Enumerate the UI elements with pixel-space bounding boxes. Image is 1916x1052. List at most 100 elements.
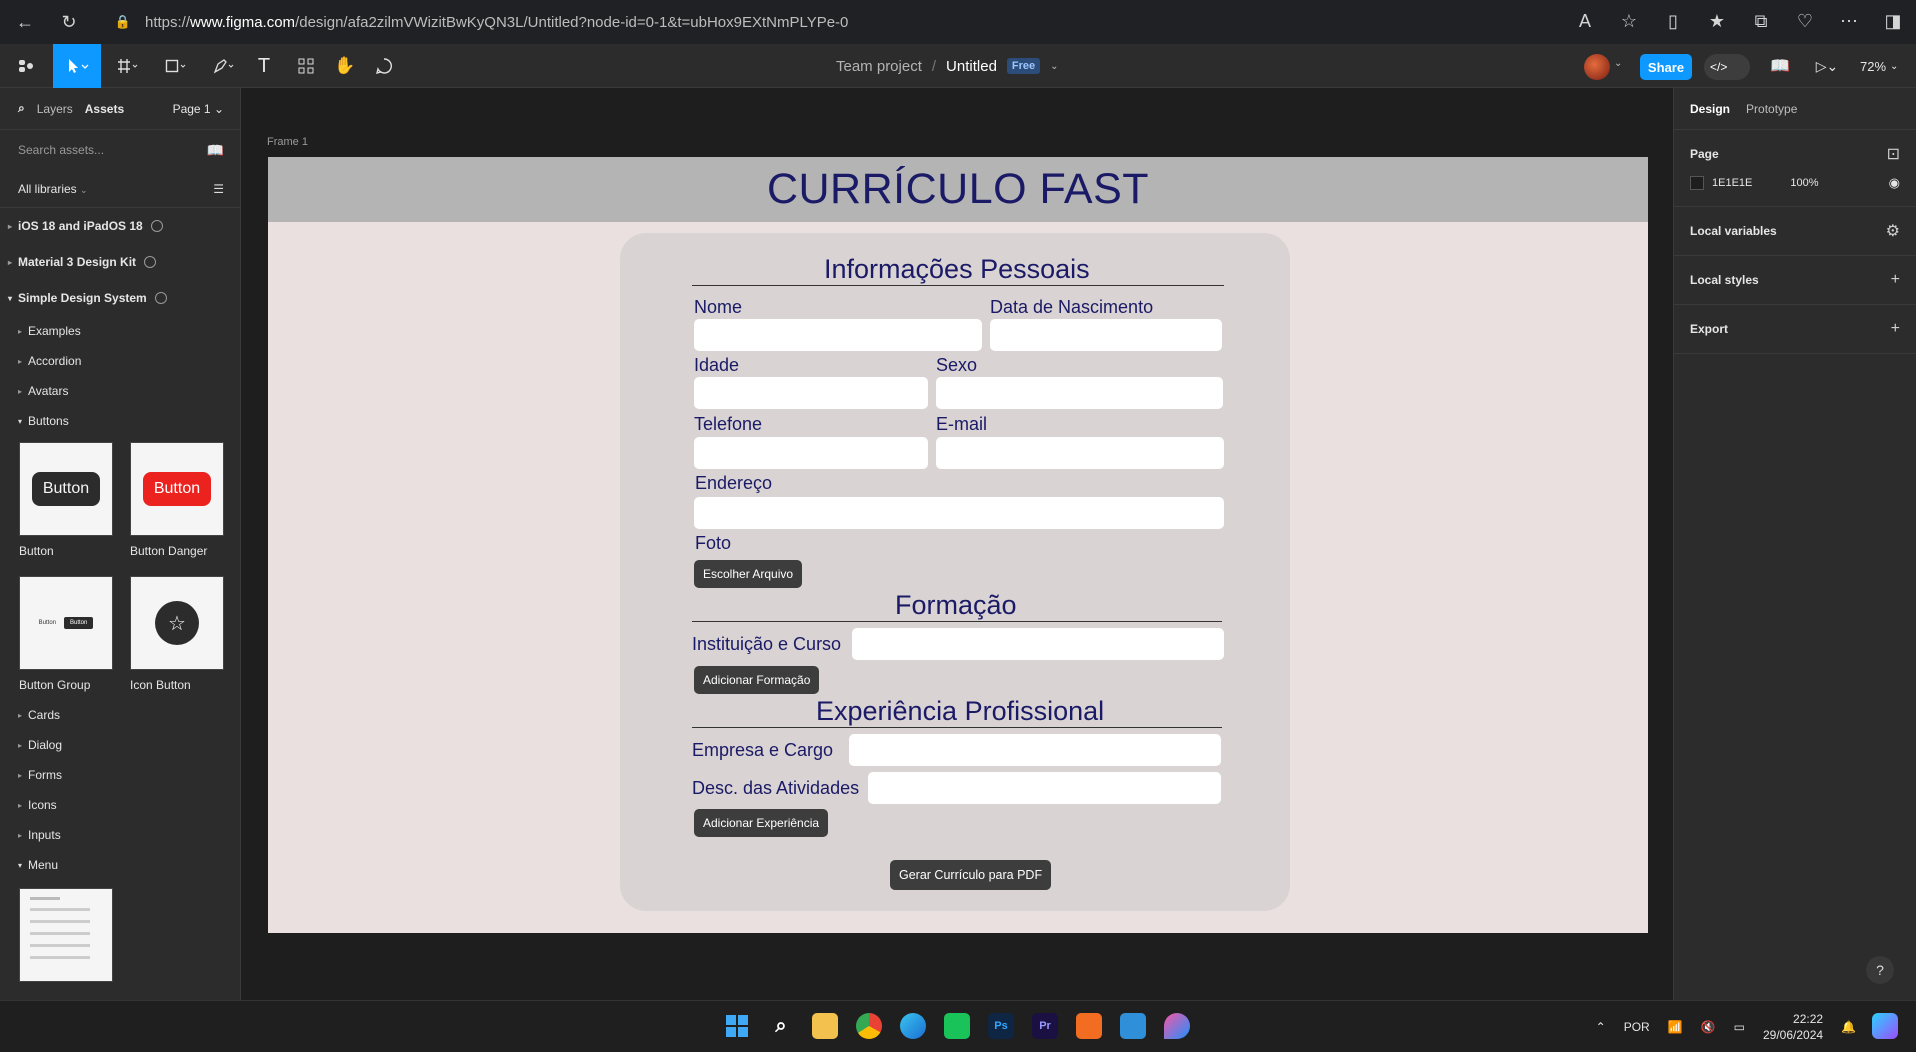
page-opacity-value[interactable]: 100% (1790, 177, 1818, 189)
search-icon[interactable]: ⌕ (768, 1013, 794, 1039)
asset-icon-button[interactable]: ☆ Icon Button (130, 576, 224, 692)
avatar[interactable] (1584, 54, 1610, 80)
choose-file-button[interactable]: Escolher Arquivo (694, 560, 803, 588)
speaker-muted-icon[interactable]: 🔇 (1701, 1020, 1716, 1034)
email-input[interactable] (936, 437, 1224, 469)
add-style-icon[interactable]: + (1891, 271, 1900, 289)
team-name[interactable]: Team project (836, 58, 922, 75)
eye-icon[interactable]: ◉ (1889, 175, 1900, 191)
hand-tool-icon[interactable]: ✋ (334, 44, 355, 88)
company-input[interactable] (849, 734, 1221, 766)
favorite-star-icon[interactable]: ☆ (1618, 10, 1640, 32)
windows-start-icon[interactable] (724, 1013, 750, 1039)
search-icon[interactable]: ⌕ (18, 101, 25, 116)
back-arrow-icon[interactable]: ← (14, 11, 36, 33)
sidebar-toggle-icon[interactable]: ◨ (1882, 10, 1904, 32)
resources-tool-icon[interactable] (296, 44, 316, 88)
local-variables-label[interactable]: Local variables (1690, 224, 1777, 238)
pen-tool-icon[interactable] (206, 44, 242, 88)
library-book-icon[interactable]: 📖 (1768, 44, 1792, 88)
xampp-icon[interactable] (1076, 1013, 1102, 1039)
group-icons[interactable]: ▸ Icons (0, 790, 240, 820)
dev-mode-toggle[interactable]: </> (1704, 54, 1750, 80)
main-menu-icon[interactable] (10, 44, 44, 88)
local-styles-label[interactable]: Local styles (1690, 273, 1759, 287)
tab-prototype[interactable]: Prototype (1746, 102, 1797, 116)
frame-tool-icon[interactable] (110, 44, 146, 88)
comment-tool-icon[interactable] (374, 44, 394, 88)
reload-icon[interactable]: ↻ (58, 11, 80, 33)
page-settings-icon[interactable]: ⊡ (1887, 144, 1900, 164)
page-selector[interactable]: Page 1 ⌄ (173, 102, 224, 116)
sexo-input[interactable] (936, 377, 1223, 409)
battery-icon[interactable]: ▭ (1734, 1020, 1745, 1034)
favorites-icon[interactable]: ★ (1706, 10, 1728, 32)
group-cards[interactable]: ▸ Cards (0, 700, 240, 730)
asset-button-group[interactable]: Button Button Button Group (19, 576, 113, 692)
generate-pdf-button[interactable]: Gerar Currículo para PDF (890, 860, 1052, 890)
clock[interactable]: 22:22 29/06/2024 (1763, 1011, 1823, 1043)
nome-input[interactable] (694, 319, 982, 351)
file-name[interactable]: Untitled (946, 58, 997, 75)
tab-design[interactable]: Design (1690, 102, 1730, 116)
institution-input[interactable] (852, 628, 1224, 660)
chevron-up-icon[interactable]: ⌃ (1596, 1020, 1606, 1034)
idade-input[interactable] (694, 377, 928, 409)
move-tool-icon[interactable] (53, 44, 101, 88)
page-color-swatch[interactable] (1690, 176, 1704, 190)
asset-button-danger[interactable]: Button Button Danger (130, 442, 224, 558)
nascimento-input[interactable] (990, 319, 1222, 351)
tab-assets[interactable]: Assets (85, 102, 124, 116)
zoom-level[interactable]: 72% ⌄ (1860, 44, 1898, 88)
browser-essentials-icon[interactable]: ♡ (1794, 10, 1816, 32)
export-label[interactable]: Export (1690, 322, 1728, 336)
share-button[interactable]: Share (1640, 54, 1692, 80)
wifi-icon[interactable]: 📶 (1668, 1020, 1683, 1034)
edge-icon[interactable] (900, 1013, 926, 1039)
read-aloud-icon[interactable]: A (1574, 10, 1596, 32)
photoshop-icon[interactable]: Ps (988, 1013, 1014, 1039)
collections-icon[interactable]: ⧉ (1750, 10, 1772, 32)
group-examples[interactable]: ▸ Examples (0, 316, 240, 346)
add-export-icon[interactable]: + (1891, 320, 1900, 338)
address-bar[interactable]: https://www.figma.com/design/afa2zilmVWi… (145, 8, 1625, 36)
premiere-icon[interactable]: Pr (1032, 1013, 1058, 1039)
list-view-icon[interactable]: ☰ (213, 182, 224, 196)
chevron-down-icon[interactable]: ⌄ (1614, 58, 1622, 69)
activities-input[interactable] (868, 772, 1221, 804)
tab-layers[interactable]: Layers (37, 102, 73, 116)
library-ios[interactable]: ▸ iOS 18 and iPadOS 18 (0, 208, 240, 244)
site-lock-icon[interactable]: 🔒 (112, 11, 134, 33)
more-menu-icon[interactable]: ⋯ (1838, 10, 1860, 32)
group-menu[interactable]: ▾ Menu (0, 850, 240, 880)
asset-menu[interactable] (19, 888, 113, 982)
page-color-value[interactable]: 1E1E1E (1712, 177, 1752, 189)
book-icon[interactable]: 📖 (207, 142, 224, 159)
frame-label[interactable]: Frame 1 (267, 136, 308, 148)
add-education-button[interactable]: Adicionar Formação (694, 666, 820, 694)
file-explorer-icon[interactable] (812, 1013, 838, 1039)
library-simple-design[interactable]: ▾ Simple Design System (0, 280, 240, 316)
libraries-filter[interactable]: All libraries ⌄ (18, 182, 88, 196)
group-avatars[interactable]: ▸ Avatars (0, 376, 240, 406)
group-dialog[interactable]: ▸ Dialog (0, 730, 240, 760)
copilot-icon[interactable] (1872, 1013, 1898, 1039)
asset-button[interactable]: Button Button (19, 442, 113, 558)
endereco-input[interactable] (694, 497, 1224, 529)
help-icon[interactable]: ? (1866, 956, 1894, 984)
group-inputs[interactable]: ▸ Inputs (0, 820, 240, 850)
assets-search[interactable]: Search assets... 📖 (0, 130, 240, 170)
notification-bell-icon[interactable]: 🔔 (1841, 1020, 1856, 1034)
search-assets-input[interactable]: Search assets... (18, 143, 104, 157)
split-screen-icon[interactable]: ▯ (1662, 10, 1684, 32)
language-indicator[interactable]: POR (1624, 1020, 1650, 1034)
phone-app-icon[interactable] (944, 1013, 970, 1039)
rectangle-tool-icon[interactable] (158, 44, 194, 88)
group-forms[interactable]: ▸ Forms (0, 760, 240, 790)
add-experience-button[interactable]: Adicionar Experiência (694, 809, 829, 837)
frame-1[interactable]: CURRÍCULO FAST Informações Pessoais Nome… (268, 157, 1648, 933)
color-picker-app-icon[interactable] (1164, 1013, 1190, 1039)
chevron-down-icon[interactable]: ⌄ (1050, 61, 1058, 72)
present-play-icon[interactable]: ▷⌄ (1812, 44, 1842, 88)
group-accordion[interactable]: ▸ Accordion (0, 346, 240, 376)
